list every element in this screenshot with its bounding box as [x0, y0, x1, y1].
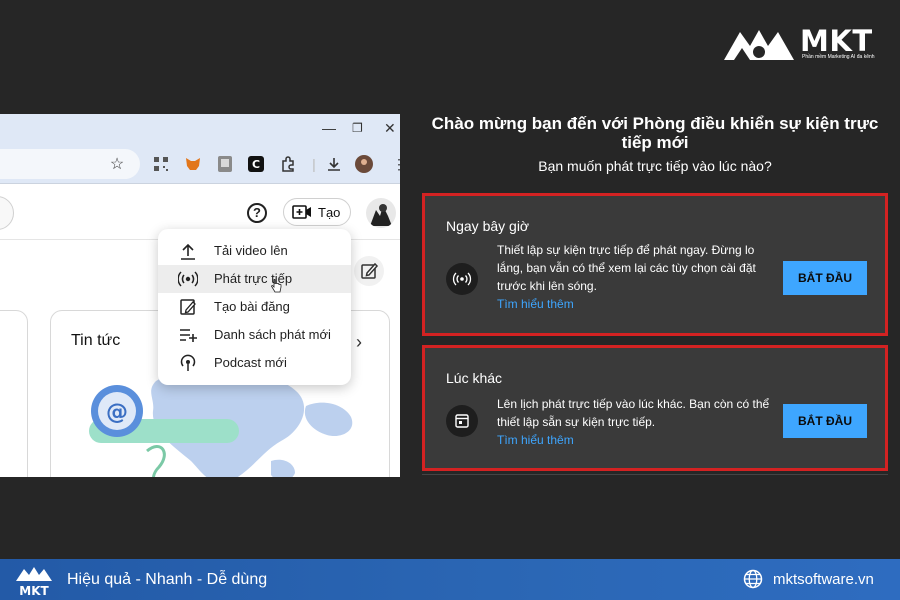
- option-icon: [446, 405, 478, 437]
- news-card-title: Tin tức: [71, 332, 121, 349]
- download-icon[interactable]: [325, 155, 343, 173]
- footer-bar: MKT Hiệu quả - Nhanh - Dễ dùng mktsoftwa…: [0, 559, 900, 600]
- option-description: Thiết lập sự kiện trực tiếp để phát ngay…: [497, 243, 756, 293]
- channel-avatar[interactable]: [366, 198, 396, 228]
- menu-item-upload-video[interactable]: Tải video lên: [158, 237, 351, 265]
- menu-item-new-playlist[interactable]: Danh sách phát mới: [158, 321, 351, 349]
- title-bar: — ❐ ✕: [0, 114, 400, 144]
- mkt-mark-icon: [724, 30, 794, 60]
- toolbar-separator: |: [312, 156, 316, 172]
- podcast-icon: [180, 354, 196, 371]
- content-card-left: [0, 310, 28, 477]
- mkt-footer-logo: MKT: [16, 567, 52, 597]
- menu-item-create-post[interactable]: Tạo bài đăng: [158, 293, 351, 321]
- svg-text:@: @: [106, 400, 128, 425]
- footer-slogan: Hiệu quả - Nhanh - Dễ dùng: [67, 571, 268, 588]
- menu-item-label: Tải video lên: [214, 243, 288, 258]
- start-later-button[interactable]: BẮT ĐẦU: [783, 404, 867, 438]
- create-menu: Tải video lên Phát trực tiếp Tạo bài đăn…: [158, 229, 351, 385]
- option-heading: Lúc khác: [446, 370, 503, 386]
- menu-item-label: Danh sách phát mới: [214, 327, 331, 342]
- mkt-logo: MKT Phần mềm Marketing AI đa kênh: [722, 24, 878, 64]
- live-broadcast-icon: [452, 272, 472, 286]
- option-heading: Ngay bây giờ: [446, 218, 530, 234]
- globe-icon: [743, 569, 763, 589]
- start-now-button[interactable]: BẮT ĐẦU: [783, 261, 867, 295]
- c-extension-icon[interactable]: C: [247, 155, 265, 173]
- video-create-icon: [292, 205, 311, 219]
- edit-post-button[interactable]: [354, 256, 384, 286]
- browser-window: — ❐ ✕ ☆ C | ⋮ ? Tạo @ Tin tức › Tải vide…: [0, 114, 400, 477]
- chevron-right-icon[interactable]: ›: [356, 332, 362, 353]
- playlist-add-icon: [180, 329, 197, 342]
- bookmark-star-icon[interactable]: ☆: [108, 155, 126, 173]
- dialog-subtitle: Bạn muốn phát trực tiếp vào lúc nào?: [538, 158, 772, 174]
- upload-icon: [181, 243, 195, 260]
- svg-text:MKT: MKT: [19, 584, 49, 597]
- search-box[interactable]: [0, 196, 14, 230]
- option-schedule-later: Lúc khác Lên lịch phát trực tiếp vào lúc…: [422, 345, 888, 471]
- brand-tagline: Phần mềm Marketing AI đa kênh: [802, 54, 875, 60]
- edit-post-icon: [180, 299, 196, 315]
- hand-cursor-icon: [271, 279, 282, 293]
- menu-item-label: Tạo bài đăng: [214, 299, 290, 314]
- option-icon: [446, 263, 478, 295]
- learn-more-link[interactable]: Tìm hiểu thêm: [497, 433, 574, 447]
- menu-item-go-live[interactable]: Phát trực tiếp: [158, 265, 351, 293]
- option-description: Lên lịch phát trực tiếp vào lúc khác. Bạ…: [497, 397, 770, 429]
- browser-toolbar: ☆ C | ⋮: [0, 144, 400, 184]
- learn-more-link[interactable]: Tìm hiểu thêm: [497, 297, 574, 311]
- qr-extension-icon[interactable]: [152, 155, 170, 173]
- dialog-divider: [422, 474, 888, 475]
- footer-website[interactable]: mktsoftware.vn: [773, 571, 874, 588]
- help-icon[interactable]: ?: [247, 203, 267, 223]
- option-go-now: Ngay bây giờ Thiết lập sự kiện trực tiếp…: [422, 193, 888, 336]
- menu-item-label: Podcast mới: [214, 355, 287, 370]
- create-button-label: Tạo: [318, 205, 341, 220]
- close-icon[interactable]: ✕: [384, 120, 396, 136]
- metamask-extension-icon[interactable]: [184, 155, 202, 173]
- svg-text:C: C: [252, 158, 260, 171]
- profile-extension-icon[interactable]: [216, 155, 234, 173]
- create-button[interactable]: Tạo: [283, 198, 351, 226]
- brand-wordmark: MKT: [800, 24, 873, 58]
- extensions-puzzle-icon[interactable]: [279, 155, 297, 173]
- menu-item-new-podcast[interactable]: Podcast mới: [158, 349, 351, 377]
- calendar-icon: [455, 414, 469, 428]
- minimize-icon[interactable]: —: [322, 120, 336, 136]
- edit-icon: [361, 262, 379, 279]
- live-broadcast-icon: [178, 271, 198, 287]
- user-avatar-icon[interactable]: [355, 155, 373, 173]
- restore-icon[interactable]: ❐: [352, 120, 363, 136]
- dialog-title: Chào mừng bạn đến với Phòng điều khiển s…: [431, 114, 879, 152]
- browser-menu-icon[interactable]: ⋮: [390, 155, 400, 173]
